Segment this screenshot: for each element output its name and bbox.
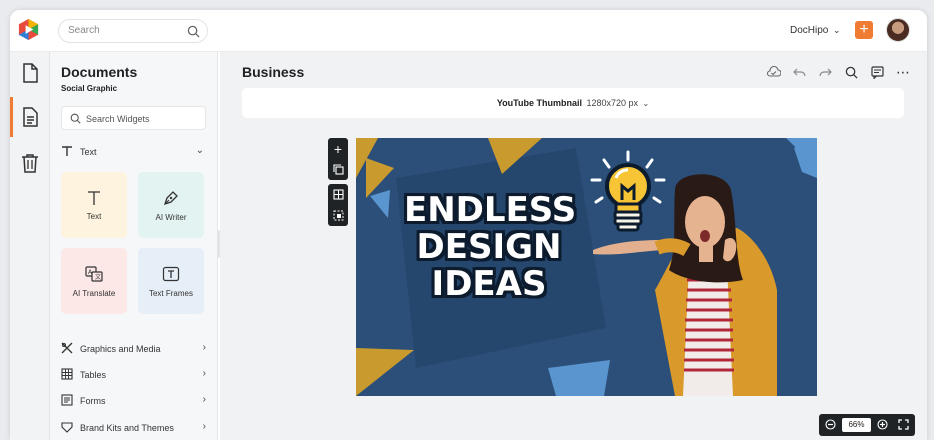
more-options-icon[interactable]: ⋯ — [895, 64, 911, 80]
dochipo-logo[interactable] — [17, 18, 40, 41]
size-preset-name: YouTube Thumbnail — [496, 98, 582, 108]
chevron-down-icon[interactable]: ⌄ — [833, 25, 841, 36]
text-frame-icon — [162, 266, 180, 281]
add-button[interactable]: + — [855, 21, 873, 39]
headline-text[interactable]: ENDLESS DESIGN IDEAS — [404, 190, 577, 304]
menu-label: Tables — [80, 370, 107, 380]
add-page-icon[interactable]: + — [334, 142, 342, 156]
redo-icon[interactable] — [817, 64, 833, 80]
search-icon[interactable] — [187, 25, 200, 38]
left-rail — [10, 52, 50, 440]
duplicate-page-icon[interactable] — [332, 164, 344, 175]
table-icon — [61, 368, 73, 380]
editor-toolbar: ⋯ — [765, 64, 911, 80]
search-bar[interactable]: Search — [58, 19, 208, 43]
brand-kit-icon — [61, 422, 73, 433]
document-icon[interactable] — [19, 106, 41, 128]
widget-panel: Documents Social Graphic Search Widgets … — [50, 52, 218, 440]
card-label: AI Writer — [155, 212, 187, 222]
undo-icon[interactable] — [791, 64, 807, 80]
widget-search-input[interactable]: Search Widgets — [61, 106, 206, 130]
pen-icon — [163, 190, 178, 205]
menu-label: Graphics and Media — [80, 344, 161, 354]
chevron-down-icon: ⌄ — [195, 145, 204, 156]
zoom-search-icon[interactable] — [843, 64, 859, 80]
ai-writer-card[interactable]: AI Writer — [138, 172, 204, 238]
chevron-down-icon: ⌄ — [642, 99, 650, 108]
grid-icon[interactable] — [332, 189, 344, 200]
canvas-size-selector[interactable]: YouTube Thumbnail 1280x720 px ⌄ — [242, 88, 904, 118]
workspace-name[interactable]: DocHipo — [790, 25, 828, 36]
card-label: AI Translate — [72, 288, 116, 298]
panel-subtitle: Social Graphic — [61, 84, 118, 93]
menu-label: Forms — [80, 396, 106, 406]
chevron-right-icon: › — [202, 421, 206, 432]
menu-tables[interactable]: Tables › — [61, 366, 206, 384]
search-placeholder: Search — [68, 25, 100, 36]
design-canvas[interactable]: ENDLESS DESIGN IDEAS — [356, 138, 817, 396]
card-label: Text Frames — [148, 288, 193, 298]
active-indicator — [10, 97, 13, 137]
layout-actions — [328, 184, 348, 226]
headline-line-2: DESIGN — [416, 227, 562, 267]
zoom-in-icon[interactable] — [877, 419, 888, 430]
menu-forms[interactable]: Forms › — [61, 392, 206, 410]
page-actions: + — [328, 138, 348, 180]
chevron-right-icon: › — [202, 342, 206, 353]
page-icon[interactable] — [19, 62, 41, 84]
headline-line-1: ENDLESS — [404, 190, 577, 230]
shapes-icon — [61, 342, 73, 354]
chevron-right-icon: › — [202, 394, 206, 405]
text-section-label: Text — [80, 147, 97, 157]
svg-text:文: 文 — [95, 273, 101, 281]
headline-line-3: IDEAS — [431, 264, 547, 304]
translate-icon: A文 — [85, 265, 103, 282]
text-widget-card[interactable]: Text — [61, 172, 127, 238]
top-bar: Search DocHipo ⌄ + — [10, 10, 927, 52]
menu-label: Brand Kits and Themes — [80, 423, 174, 433]
comment-icon[interactable] — [869, 64, 885, 80]
text-frames-card[interactable]: Text Frames — [138, 248, 204, 314]
menu-graphics-and-media[interactable]: Graphics and Media › — [61, 340, 206, 358]
zoom-out-icon[interactable] — [825, 419, 836, 430]
document-title[interactable]: Business — [242, 64, 304, 80]
form-icon — [61, 394, 73, 406]
woman-photo[interactable] — [587, 170, 777, 396]
cloud-save-icon[interactable] — [765, 64, 781, 80]
user-avatar[interactable] — [886, 18, 910, 42]
text-icon — [62, 146, 72, 156]
zoom-control: 66% — [819, 414, 915, 436]
widget-search-placeholder: Search Widgets — [86, 114, 150, 124]
panel-title: Documents — [61, 64, 138, 80]
zoom-level[interactable]: 66% — [842, 418, 871, 432]
chevron-right-icon: › — [202, 368, 206, 379]
editor-area: Business ⋯ YouTube Thumbnail 1280x720 px… — [220, 52, 927, 440]
search-icon — [70, 113, 81, 124]
size-preset-dims: 1280x720 px — [586, 98, 638, 108]
menu-brand-kits-and-themes[interactable]: Brand Kits and Themes › — [61, 419, 206, 437]
select-area-icon[interactable] — [333, 210, 344, 221]
trash-icon[interactable] — [19, 152, 41, 174]
ai-translate-card[interactable]: A文 AI Translate — [61, 248, 127, 314]
fullscreen-icon[interactable] — [898, 419, 909, 430]
text-icon — [88, 190, 100, 205]
app-window: Search DocHipo ⌄ + Documents Social Grap… — [10, 10, 927, 440]
text-section-header[interactable]: Text ⌄ — [61, 144, 206, 160]
card-label: Text — [86, 211, 102, 221]
